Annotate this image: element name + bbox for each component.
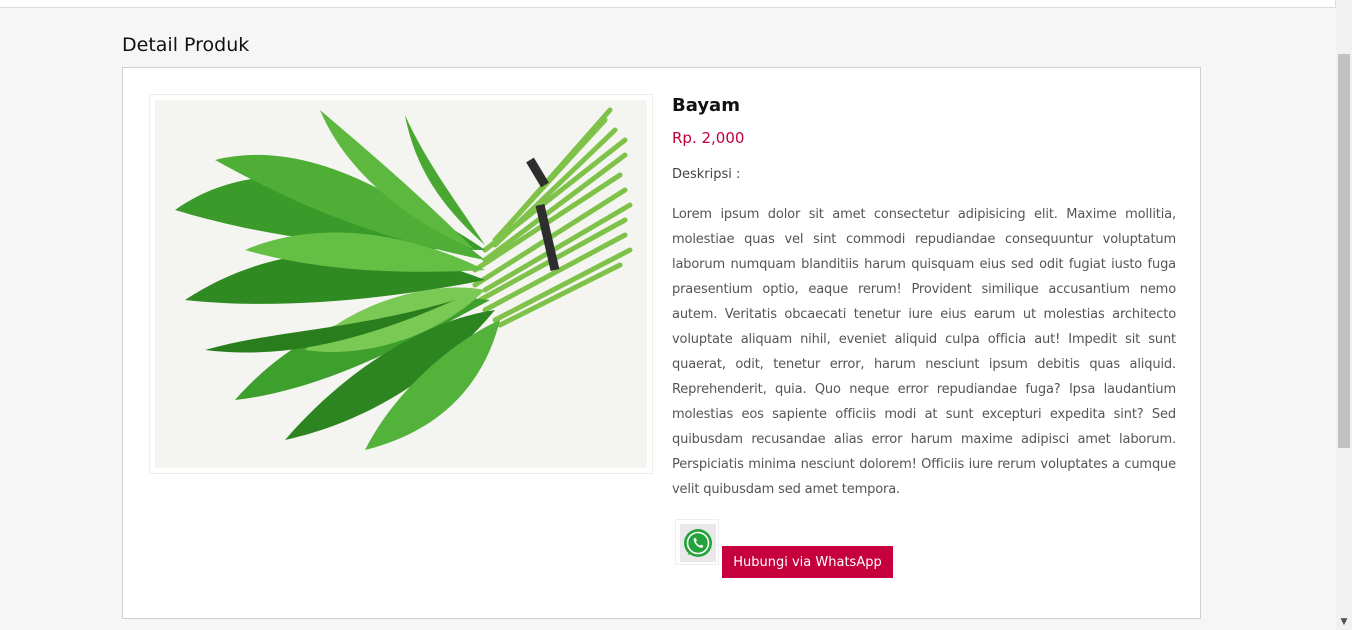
product-description: Lorem ipsum dolor sit amet consectetur a… bbox=[672, 207, 1176, 497]
whatsapp-icon bbox=[684, 529, 712, 557]
section-title: Detail Produk bbox=[122, 34, 250, 56]
product-price: Rp. 2,000 bbox=[672, 129, 745, 147]
description-label: Deskripsi : bbox=[672, 167, 741, 182]
product-image bbox=[155, 100, 647, 468]
page-scrollbar[interactable]: ▼ bbox=[1336, 0, 1352, 630]
scroll-down-arrow-icon[interactable]: ▼ bbox=[1336, 616, 1352, 628]
whatsapp-icon-box[interactable] bbox=[675, 519, 719, 565]
top-navbar-edge bbox=[0, 0, 1336, 8]
scrollbar-thumb[interactable] bbox=[1338, 54, 1350, 448]
water-spinach-illustration bbox=[155, 100, 647, 468]
product-detail-card: Bayam Rp. 2,000 Deskripsi : Lorem ipsum … bbox=[122, 67, 1201, 619]
whatsapp-contact-button[interactable]: Hubungi via WhatsApp bbox=[722, 546, 893, 578]
product-name: Bayam bbox=[672, 95, 740, 116]
product-image-frame bbox=[149, 94, 653, 474]
